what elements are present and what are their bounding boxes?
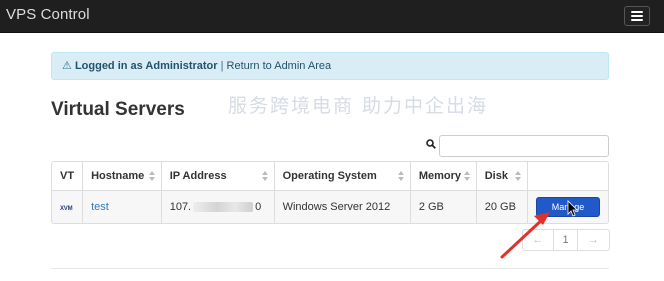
watermark-text: 服务跨境电商 助力中企出海 bbox=[228, 95, 489, 117]
hamburger-icon bbox=[631, 11, 643, 13]
disk-cell: 20 GB bbox=[476, 190, 529, 223]
search-input[interactable] bbox=[439, 135, 609, 157]
ip-suffix: 0 bbox=[255, 200, 262, 213]
menu-toggle-button[interactable] bbox=[624, 6, 650, 26]
xvm-logo-icon: XVM bbox=[60, 205, 73, 212]
sort-icon bbox=[463, 171, 470, 181]
search-icon bbox=[426, 139, 436, 149]
vt-cell: XVM bbox=[52, 190, 84, 223]
sort-icon bbox=[397, 171, 404, 181]
admin-login-alert: ⚠ Logged in as Administrator | Return to… bbox=[51, 52, 609, 80]
column-header-label: Operating System bbox=[282, 169, 377, 182]
table-row: XVM test 107. 0 Windows Server 2012 2 GB … bbox=[52, 190, 608, 223]
app-title[interactable]: VPS Control bbox=[6, 6, 90, 23]
hostname-link[interactable]: test bbox=[91, 201, 109, 213]
alert-separator: | bbox=[217, 60, 227, 72]
pagination: ← 1 → bbox=[522, 229, 610, 251]
column-header-label: Disk bbox=[484, 169, 508, 182]
column-header-ip-address[interactable]: IP Address bbox=[161, 162, 275, 191]
column-header-hostname[interactable]: Hostname bbox=[82, 162, 162, 191]
column-header-label: Hostname bbox=[91, 169, 145, 182]
pagination-next-button[interactable]: → bbox=[578, 229, 610, 251]
ip-redaction bbox=[193, 201, 254, 212]
logged-in-text: Logged in as Administrator bbox=[74, 60, 218, 72]
top-navbar: VPS Control bbox=[0, 0, 664, 33]
column-header-label: IP Address bbox=[169, 169, 227, 182]
ip-prefix: 107. bbox=[169, 200, 192, 213]
column-header-memory[interactable]: Memory bbox=[410, 162, 477, 191]
column-header-vt: VT bbox=[52, 162, 84, 191]
pagination-page-1[interactable]: 1 bbox=[554, 229, 578, 251]
servers-table: VT Hostname IP Address Operating System … bbox=[51, 161, 609, 224]
os-cell: Windows Server 2012 bbox=[274, 190, 411, 223]
sort-icon bbox=[515, 171, 521, 181]
sort-icon bbox=[261, 171, 268, 181]
column-header-operating-system[interactable]: Operating System bbox=[274, 162, 411, 191]
sort-icon bbox=[148, 171, 155, 181]
return-admin-link[interactable]: Return to Admin Area bbox=[227, 60, 332, 72]
hostname-cell: test bbox=[82, 190, 162, 223]
footer-divider bbox=[51, 268, 609, 269]
pagination-prev-button[interactable]: ← bbox=[522, 229, 554, 251]
warning-icon: ⚠ bbox=[62, 60, 72, 72]
ip-address-cell: 107. 0 bbox=[161, 190, 275, 223]
column-header-label: Memory bbox=[418, 169, 461, 182]
manage-button[interactable]: Manage bbox=[536, 196, 600, 217]
column-header-actions bbox=[527, 162, 608, 191]
column-header-disk[interactable]: Disk bbox=[476, 162, 529, 191]
page-title: Virtual Servers bbox=[51, 99, 185, 120]
action-cell: Manage bbox=[527, 190, 608, 223]
memory-cell: 2 GB bbox=[410, 190, 477, 223]
table-header-row: VT Hostname IP Address Operating System … bbox=[52, 162, 608, 191]
